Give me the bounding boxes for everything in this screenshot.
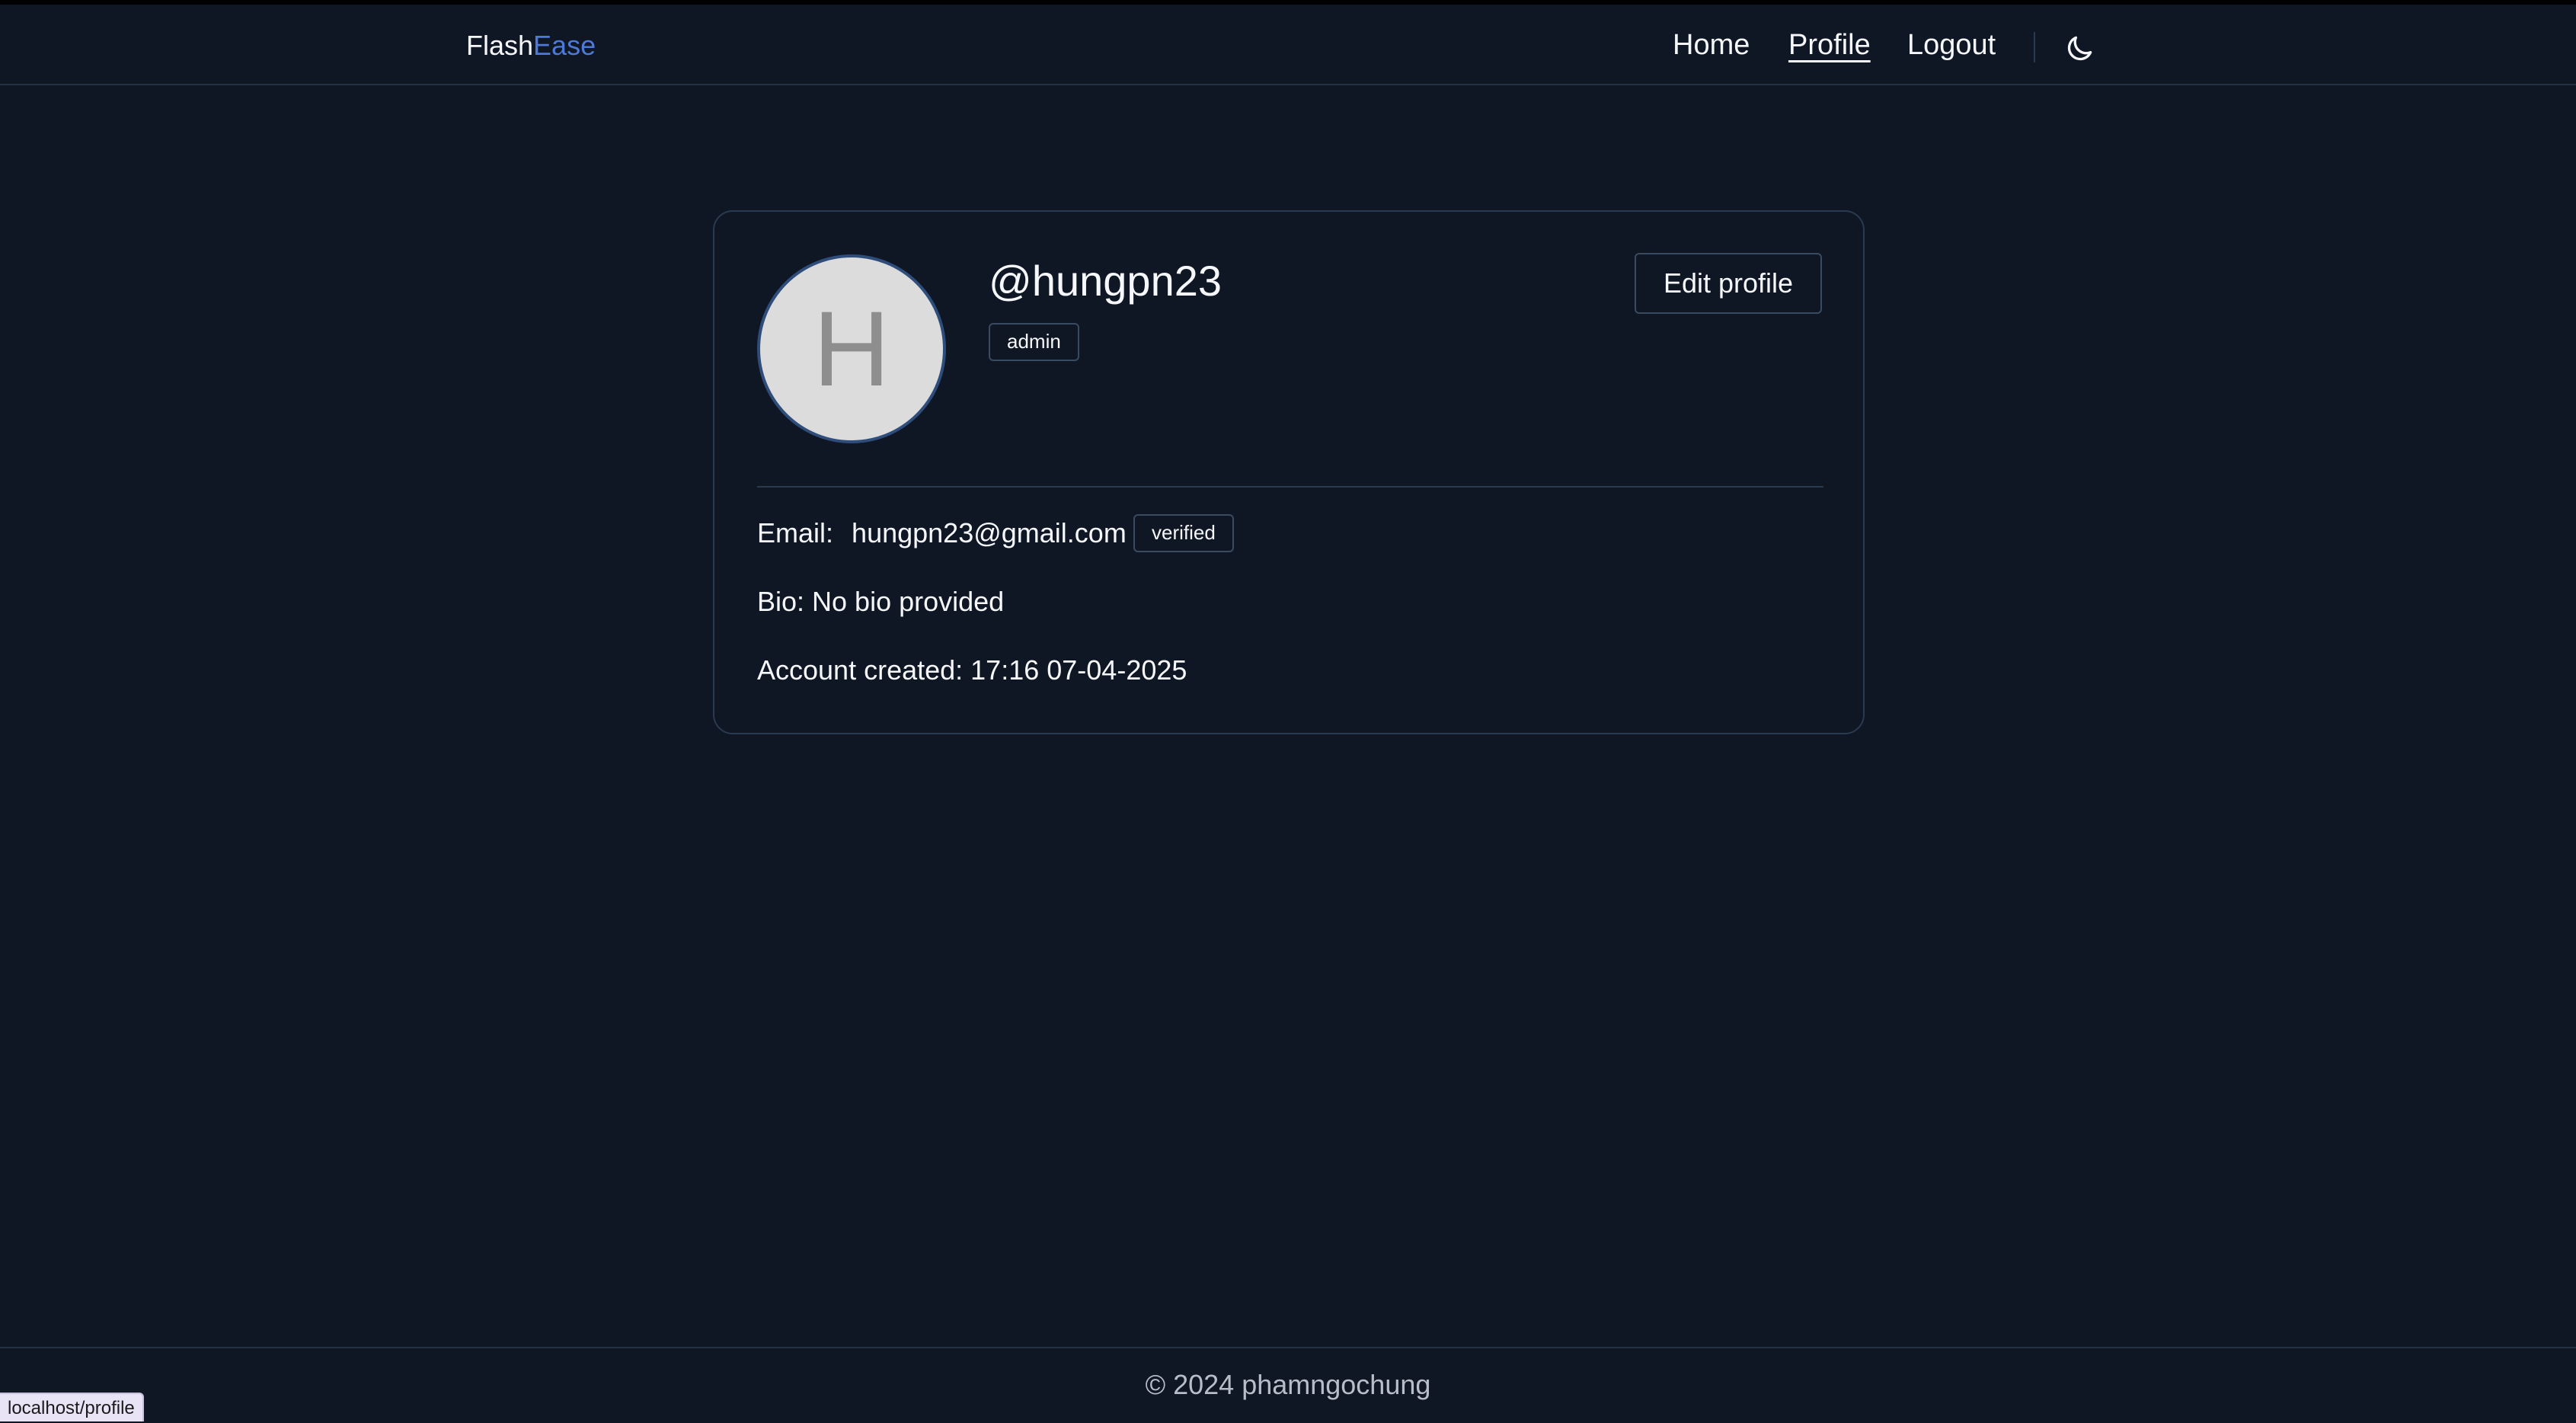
account-created-text: Account created: 17:16 07-04-2025 — [757, 654, 1187, 686]
brand-text-flash: Flash — [466, 30, 534, 61]
nav-profile-link[interactable]: Profile — [1788, 27, 1871, 62]
edit-profile-button[interactable]: Edit profile — [1635, 253, 1822, 314]
page-footer: © 2024 phamngochung — [0, 1347, 2576, 1421]
status-bar-url: localhost/profile — [0, 1393, 144, 1421]
avatar-initial: H — [813, 289, 890, 408]
theme-toggle-button[interactable] — [2063, 32, 2096, 66]
profile-divider — [757, 486, 1823, 488]
footer-copyright: © 2024 phamngochung — [1145, 1369, 1431, 1400]
email-label: Email: — [757, 517, 834, 548]
email-row: Email: hungpn23@gmail.com — [757, 516, 1127, 550]
top-navbar: FlashEase Home Profile Logout — [0, 5, 2576, 85]
role-badge: admin — [989, 323, 1079, 361]
email-verified-badge: verified — [1133, 514, 1234, 552]
bio-text: Bio: No bio provided — [757, 586, 1005, 617]
profile-card: H @hungpn23 admin Edit profile Email: hu… — [713, 210, 1865, 734]
nav-home-link[interactable]: Home — [1673, 27, 1750, 62]
profile-username: @hungpn23 — [989, 257, 1222, 305]
nav-logout-link[interactable]: Logout — [1907, 27, 1996, 62]
avatar: H — [757, 254, 946, 443]
email-value: hungpn23@gmail.com — [852, 517, 1127, 548]
moon-icon — [2067, 36, 2092, 61]
brand-logo[interactable]: FlashEase — [466, 29, 596, 62]
nav-divider — [2034, 32, 2035, 62]
brand-text-ease: Ease — [533, 30, 596, 61]
